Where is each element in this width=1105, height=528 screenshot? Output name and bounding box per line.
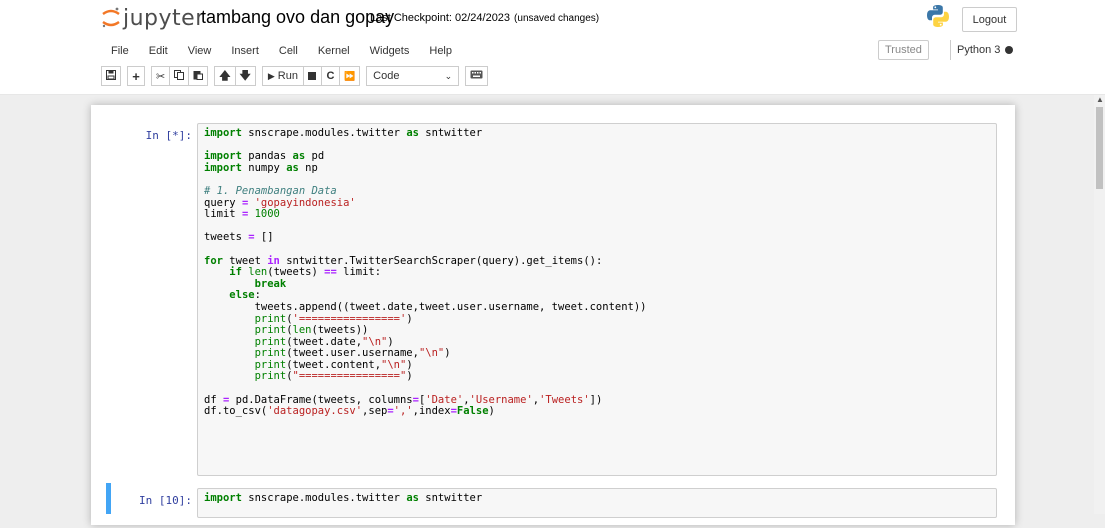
checkpoint-status: Last Checkpoint: 02/24/2023 (unsaved chan… xyxy=(370,12,599,24)
restart-run-all-button[interactable]: ⏩ xyxy=(339,66,361,86)
menu-kernel[interactable]: Kernel xyxy=(308,45,360,57)
trusted-indicator[interactable]: Trusted xyxy=(878,40,929,60)
menu-insert[interactable]: Insert xyxy=(221,45,269,57)
input-prompt: In [*]: xyxy=(145,129,192,142)
cut-button[interactable]: ✂ xyxy=(151,66,171,86)
restart-button[interactable]: C xyxy=(321,66,340,86)
scrollbar-thumb[interactable] xyxy=(1096,107,1103,189)
copy-button[interactable] xyxy=(170,66,190,86)
header-top: jupyter tambang ovo dan gopay Last Check… xyxy=(0,0,1105,38)
notebook-header: jupyter tambang ovo dan gopay Last Check… xyxy=(0,0,1105,95)
chevron-down-icon: ⌄ xyxy=(444,70,453,81)
scissors-icon: ✂ xyxy=(156,70,166,83)
kernel-indicator: Python 3 xyxy=(950,40,1014,60)
input-prompt: In [10]: xyxy=(139,494,192,507)
restart-icon: C xyxy=(326,70,335,82)
kernel-busy-icon xyxy=(1005,46,1014,54)
paste-button[interactable] xyxy=(189,66,209,86)
selected-cell-indicator xyxy=(106,483,111,514)
play-icon: ▶ xyxy=(267,70,275,81)
run-label: Run xyxy=(277,70,298,82)
move-down-button[interactable]: 🡇 xyxy=(235,66,256,86)
toolbar: + ✂ 🡅 🡇 ▶ Run C ⏩ Code ⌄ xyxy=(101,66,489,86)
menu-file[interactable]: File xyxy=(101,45,139,57)
kernel-name: Python 3 xyxy=(957,44,1001,56)
python-logo-icon xyxy=(926,4,950,28)
save-icon xyxy=(106,69,116,83)
stop-icon xyxy=(308,72,317,80)
fast-forward-icon: ⏩ xyxy=(343,70,356,81)
scrollbar[interactable]: ▲ xyxy=(1094,95,1105,514)
interrupt-button[interactable] xyxy=(303,66,322,86)
move-up-button[interactable]: 🡅 xyxy=(214,66,236,86)
menu-widgets[interactable]: Widgets xyxy=(360,45,420,57)
code-editor[interactable]: import snscrape.modules.twitter as sntwi… xyxy=(197,123,997,476)
cell-type-select[interactable]: Code ⌄ xyxy=(366,66,460,86)
notebook-name[interactable]: tambang ovo dan gopay xyxy=(201,7,394,28)
code-text: import snscrape.modules.twitter as sntwi… xyxy=(204,492,483,504)
copy-icon xyxy=(174,69,185,83)
unsaved-changes-text: (unsaved changes) xyxy=(514,13,600,24)
scroll-up-icon[interactable]: ▲ xyxy=(1096,95,1104,104)
menu-help[interactable]: Help xyxy=(419,45,462,57)
save-button[interactable] xyxy=(101,66,121,86)
insert-cell-button[interactable]: + xyxy=(127,66,145,86)
jupyter-logo-icon xyxy=(100,5,122,31)
keyboard-icon xyxy=(470,70,483,82)
paste-icon xyxy=(193,70,204,83)
arrow-down-icon: 🡇 xyxy=(239,69,251,82)
menubar: File Edit View Insert Cell Kernel Widget… xyxy=(101,40,1017,62)
checkpoint-text: Last Checkpoint: 02/24/2023 xyxy=(370,12,511,24)
logout-button[interactable]: Logout xyxy=(962,7,1017,32)
cell-type-value: Code xyxy=(373,70,400,82)
run-button[interactable]: ▶ Run xyxy=(261,66,304,86)
menu-cell[interactable]: Cell xyxy=(269,45,308,57)
menu-view[interactable]: View xyxy=(178,45,222,57)
plus-icon: + xyxy=(132,68,140,84)
arrow-up-icon: 🡅 xyxy=(219,69,231,82)
notebook-container: In [*]: import snscrape.modules.twitter … xyxy=(91,105,1015,525)
menu-edit[interactable]: Edit xyxy=(139,45,178,57)
command-palette-button[interactable] xyxy=(465,66,489,86)
jupyter-logo-text: jupyter xyxy=(123,5,205,31)
code-cell[interactable]: In [*]: import snscrape.modules.twitter … xyxy=(103,123,1003,478)
jupyter-logo[interactable]: jupyter xyxy=(100,3,205,33)
code-text: import snscrape.modules.twitter as sntwi… xyxy=(204,127,647,418)
code-cell-selected[interactable]: In [10]: import snscrape.modules.twitter… xyxy=(103,488,1003,528)
